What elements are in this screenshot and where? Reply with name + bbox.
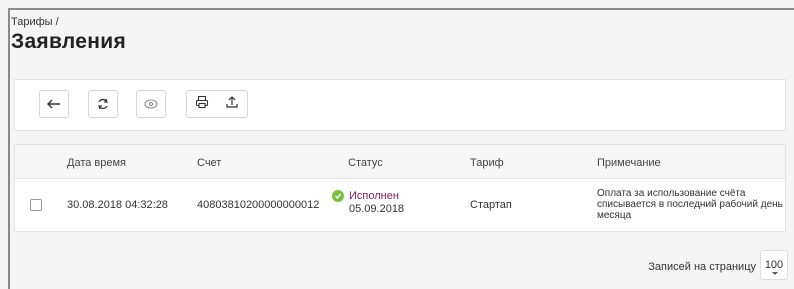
upload-icon <box>225 95 239 114</box>
applications-table: Дата время Счет Статус Тариф Примечание … <box>14 144 786 232</box>
refresh-button[interactable] <box>88 90 118 118</box>
refresh-icon <box>96 97 110 111</box>
export-button-group <box>186 90 248 118</box>
rows-per-page-select[interactable]: 100 <box>760 250 788 280</box>
row-tariff: Стартап <box>470 199 512 211</box>
status-badge: Исполнен <box>349 190 399 202</box>
column-header-tariff[interactable]: Тариф <box>470 157 504 169</box>
print-icon <box>195 95 209 114</box>
toolbar <box>14 79 786 131</box>
column-header-note[interactable]: Примечание <box>597 157 661 169</box>
table-header: Дата время Счет Статус Тариф Примечание <box>15 145 785 179</box>
eye-icon <box>144 99 158 109</box>
column-header-status[interactable]: Статус <box>348 157 383 169</box>
status-date: 05.09.2018 <box>349 203 405 215</box>
row-datetime: 30.08.2018 04:32:28 <box>67 199 168 211</box>
print-button[interactable] <box>187 91 217 117</box>
page-title: Заявления <box>11 30 127 53</box>
back-arrow-icon <box>47 99 61 109</box>
column-header-datetime[interactable]: Дата время <box>67 157 126 169</box>
row-account: 40803810200000000012 <box>197 199 320 211</box>
upload-button[interactable] <box>217 91 247 117</box>
rows-per-page-value: 100 <box>764 259 784 271</box>
status-ok-icon <box>332 190 344 202</box>
breadcrumb[interactable]: Тарифы / <box>11 16 59 28</box>
view-button[interactable] <box>136 90 166 118</box>
back-button[interactable] <box>39 90 69 118</box>
row-note: Оплата за использование счёта списываетс… <box>597 188 783 221</box>
rows-per-page-label: Записей на страницу <box>648 261 756 273</box>
row-checkbox[interactable] <box>30 199 42 211</box>
table-row[interactable]: 30.08.2018 04:32:28 40803810200000000012… <box>15 179 785 231</box>
chevron-down-icon <box>772 272 778 275</box>
column-header-account[interactable]: Счет <box>197 157 221 169</box>
